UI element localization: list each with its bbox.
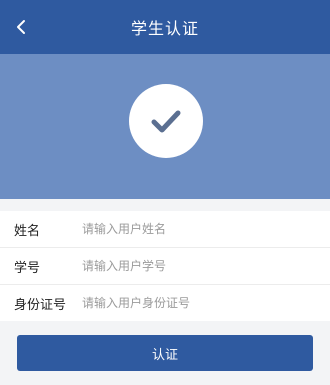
page-title: 学生认证 [130,19,199,38]
id-card-row: 身份证号 [0,285,330,321]
success-badge [129,84,203,158]
id-card-label: 身份证号 [14,297,67,313]
verification-form: 姓名 学号 身份证号 [0,211,330,321]
chevron-left-icon [17,20,25,34]
name-input[interactable] [80,221,330,237]
back-button[interactable] [6,10,36,44]
check-icon [151,110,181,133]
verify-button[interactable]: 认证 [17,335,313,371]
name-label: 姓名 [14,223,41,239]
student-id-label: 学号 [14,260,41,276]
hero-banner [0,54,330,199]
student-id-input[interactable] [80,258,330,274]
student-verification-page: 学生认证 姓名 学号 身份证号 认证 [0,0,330,385]
top-bar: 学生认证 [0,0,330,54]
id-card-input[interactable] [80,295,330,311]
name-row: 姓名 [0,211,330,248]
student-id-row: 学号 [0,248,330,285]
